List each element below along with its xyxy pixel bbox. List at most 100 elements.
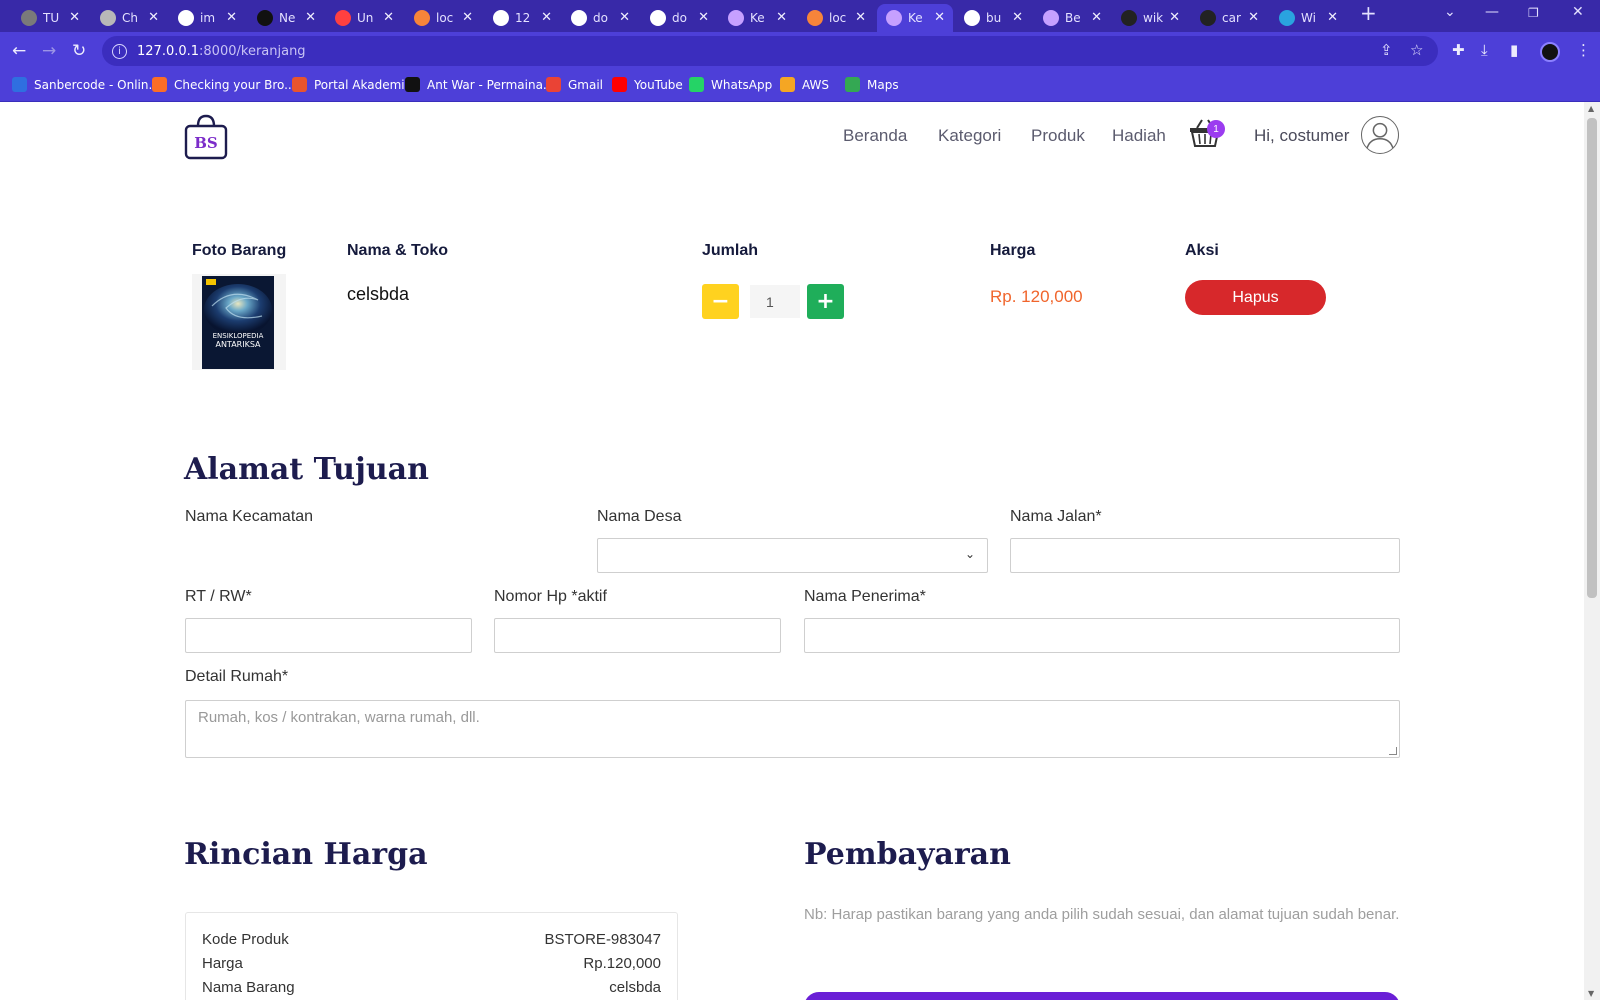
decrease-quantity-button[interactable]: −	[702, 284, 739, 319]
summary-value: Rp.120,000	[583, 955, 661, 972]
close-tab-icon[interactable]: ✕	[1091, 10, 1102, 25]
browser-tab[interactable]: wik ✕	[1112, 4, 1188, 32]
browser-tab[interactable]: Wi ✕	[1270, 4, 1346, 32]
quantity-input[interactable]	[750, 285, 800, 318]
scrollbar-thumb[interactable]	[1587, 118, 1597, 598]
telegram-icon	[1279, 10, 1295, 26]
close-tab-icon[interactable]: ✕	[1012, 10, 1023, 25]
detail-rumah-textarea[interactable]: Rumah, kos / kontrakan, warna rumah, dll…	[185, 700, 1400, 758]
close-tab-icon[interactable]: ✕	[1169, 10, 1180, 25]
page-scrollbar[interactable]: ▲ ▼	[1584, 102, 1600, 1000]
rtrw-input[interactable]	[185, 618, 472, 653]
close-tab-icon[interactable]: ✕	[305, 10, 316, 25]
google-icon	[964, 10, 980, 26]
payment-button[interactable]	[804, 992, 1400, 1000]
scroll-down-icon[interactable]: ▼	[1588, 989, 1594, 998]
user-avatar[interactable]	[1361, 116, 1399, 154]
close-tab-icon[interactable]: ✕	[698, 10, 709, 25]
browser-tab[interactable]: car ✕	[1191, 4, 1267, 32]
share-icon[interactable]: ⇪	[1380, 41, 1393, 59]
cart-count-badge: 1	[1207, 120, 1225, 138]
link-icon	[335, 10, 351, 26]
user-greeting[interactable]: Hi, costumer	[1254, 126, 1349, 146]
bookmark-favicon-icon	[546, 77, 561, 92]
extensions-icon[interactable]: ✚	[1452, 41, 1465, 59]
bookmark-item[interactable]: Maps	[845, 77, 899, 92]
tab-title: loc	[436, 11, 454, 25]
url-host: 127.0.0.1	[137, 43, 200, 59]
browser-tab[interactable]: loc ✕	[405, 4, 481, 32]
nav-hadiah[interactable]: Hadiah	[1112, 126, 1166, 146]
desa-select[interactable]: ⌄	[597, 538, 988, 573]
bookmark-item[interactable]: Portal Akademik	[292, 77, 412, 92]
browser-tab[interactable]: Ne ✕	[248, 4, 324, 32]
close-tab-icon[interactable]: ✕	[226, 10, 237, 25]
close-tab-icon[interactable]: ✕	[462, 10, 473, 25]
github-icon	[1200, 10, 1216, 26]
new-tab-icon[interactable]: +	[1360, 1, 1377, 25]
browser-tab[interactable]: bu ✕	[955, 4, 1031, 32]
browser-tab[interactable]: loc ✕	[798, 4, 874, 32]
hp-input[interactable]	[494, 618, 781, 653]
profile-avatar[interactable]	[1540, 42, 1560, 62]
nav-kategori[interactable]: Kategori	[938, 126, 1001, 146]
close-tab-icon[interactable]: ✕	[148, 10, 159, 25]
close-tab-icon[interactable]: ✕	[1248, 10, 1259, 25]
restore-icon[interactable]: ❐	[1528, 6, 1539, 20]
close-tab-icon[interactable]: ✕	[541, 10, 552, 25]
close-tab-icon[interactable]: ✕	[855, 10, 866, 25]
bookmark-item[interactable]: YouTube	[612, 77, 683, 92]
close-tab-icon[interactable]: ✕	[776, 10, 787, 25]
scroll-up-icon[interactable]: ▲	[1588, 104, 1594, 113]
increase-quantity-button[interactable]: +	[807, 284, 844, 319]
jalan-input[interactable]	[1010, 538, 1400, 573]
menu-icon[interactable]: ⋮	[1576, 41, 1591, 59]
browser-tab[interactable]: 12 ✕	[484, 4, 560, 32]
browser-tab[interactable]: do ✕	[641, 4, 717, 32]
browser-tab[interactable]: Be ✕	[1034, 4, 1110, 32]
product-name[interactable]: celsbda	[347, 284, 409, 305]
browser-tab[interactable]: im ✕	[169, 4, 245, 32]
brand-logo[interactable]: BS	[184, 114, 228, 160]
site-info-icon[interactable]: i	[112, 43, 127, 59]
bookmark-star-icon[interactable]: ☆	[1410, 41, 1423, 59]
browser-tab[interactable]: Un ✕	[326, 4, 402, 32]
close-window-icon[interactable]: ✕	[1572, 4, 1584, 20]
resize-handle-icon[interactable]	[1389, 747, 1397, 755]
browser-tab[interactable]: do ✕	[562, 4, 638, 32]
summary-title: Rincian Harga	[184, 837, 428, 872]
tab-title: Ch	[122, 11, 138, 25]
browser-tab[interactable]: TU ✕	[12, 4, 88, 32]
close-tab-icon[interactable]: ✕	[69, 10, 80, 25]
minimize-icon[interactable]: —	[1485, 4, 1499, 20]
penerima-input[interactable]	[804, 618, 1400, 653]
reload-icon[interactable]: ↻	[72, 41, 86, 61]
browser-tab[interactable]: Ke ✕	[719, 4, 795, 32]
tab-search-icon[interactable]: ⌄	[1444, 4, 1456, 20]
close-tab-icon[interactable]: ✕	[1327, 10, 1338, 25]
address-bar[interactable]: i 127.0.0.1:8000/keranjang ⇪ ☆	[102, 36, 1438, 66]
remove-item-button[interactable]: Hapus	[1185, 280, 1326, 315]
bookmark-label: Sanbercode - Onlin...	[34, 77, 160, 92]
bookmark-favicon-icon	[612, 77, 627, 92]
close-tab-icon[interactable]: ✕	[619, 10, 630, 25]
close-tab-icon[interactable]: ✕	[934, 10, 945, 25]
bookmark-item[interactable]: Checking your Bro...	[152, 77, 296, 92]
download-icon[interactable]: ⤓	[1481, 41, 1488, 59]
nav-beranda[interactable]: Beranda	[843, 126, 907, 146]
product-image[interactable]: ENSIKLOPEDIA ANTARIKSA	[192, 274, 286, 370]
forward-icon[interactable]: →	[42, 41, 56, 61]
bookmark-item[interactable]: Gmail	[546, 77, 603, 92]
browser-tab[interactable]: Ch ✕	[91, 4, 167, 32]
bookmark-item[interactable]: AWS	[780, 77, 829, 92]
browser-tab[interactable]: Ke ✕	[877, 4, 953, 32]
browser-toolbar: ← → ↻ i 127.0.0.1:8000/keranjang ⇪ ☆ ✚ ⤓…	[0, 32, 1600, 70]
back-icon[interactable]: ←	[12, 41, 26, 61]
bookmark-item[interactable]: Ant War - Permaina...	[405, 77, 554, 92]
nav-produk[interactable]: Produk	[1031, 126, 1085, 146]
bookmark-item[interactable]: WhatsApp	[689, 77, 772, 92]
bookmark-label: YouTube	[634, 77, 683, 92]
bookmark-item[interactable]: Sanbercode - Onlin...	[12, 77, 160, 92]
close-tab-icon[interactable]: ✕	[383, 10, 394, 25]
side-panel-icon[interactable]: ▮	[1510, 41, 1518, 59]
